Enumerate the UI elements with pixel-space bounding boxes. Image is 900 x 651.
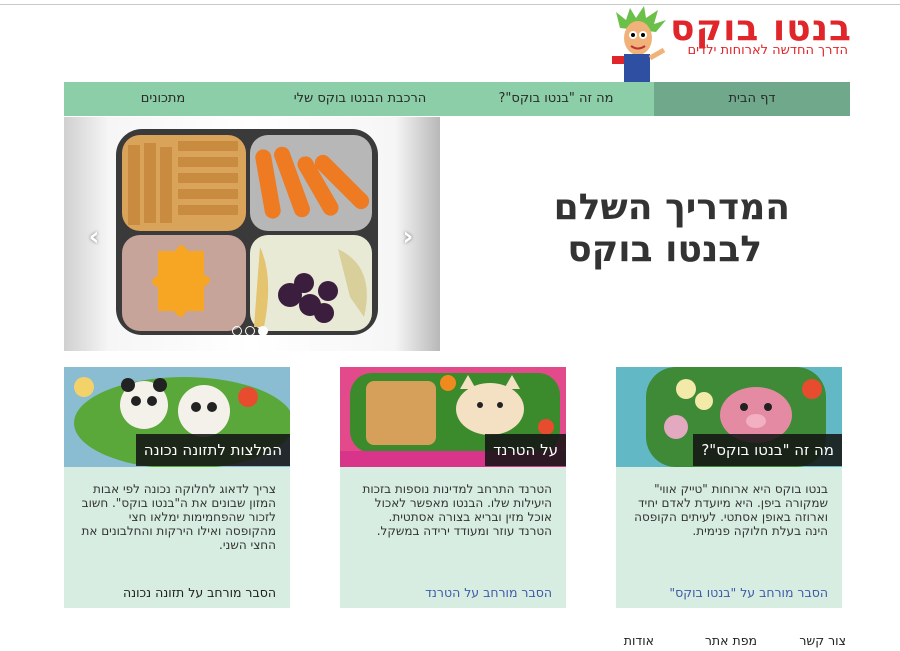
card-description: הטרנד התרחב למדינות נוספות בזכות היעילות… [362, 482, 552, 538]
slider-prev-arrow[interactable]: ‹ [84, 224, 104, 250]
main-nav: דף הבית מה זה "בנטו בוקס"? הרכבת הבנטו ב… [64, 82, 850, 116]
image-slider[interactable]: ‹ › [64, 117, 440, 351]
nav-item-build[interactable]: הרכבת הבנטו בוקס שלי [262, 82, 458, 116]
slide-image [116, 129, 378, 335]
headline-line2: לבנטו בוקס [567, 229, 762, 270]
footer-link-contact[interactable]: צור קשר [799, 633, 846, 648]
card-title: מה זה "בנטו בוקס"? [693, 434, 842, 466]
slider-dots [232, 321, 271, 336]
card-more-link[interactable]: הסבר מורחב על "בנטו בוקס" [669, 585, 828, 600]
slider-dot[interactable] [245, 326, 255, 336]
site-logo[interactable]: בנטו בוקס הדרך החדשה לארוחות ילדים [612, 6, 852, 82]
card-description: צריך לדאוג לחלוקה נכונה לפי אבות המזון ש… [81, 482, 276, 552]
footer-links: צור קשר מפת אתר אודות [0, 631, 900, 651]
card-trend: על הטרנד הטרנד התרחב למדינות נוספות בזכו… [340, 367, 566, 608]
card-title: על הטרנד [485, 434, 566, 466]
nav-item-what-is[interactable]: מה זה "בנטו בוקס"? [458, 82, 654, 116]
footer-link-sitemap[interactable]: מפת אתר [705, 633, 757, 648]
mascot-icon [612, 6, 666, 82]
slider-dot-active[interactable] [258, 326, 268, 336]
card-more-link[interactable]: הסבר מורחב על הטרנד [425, 585, 552, 600]
top-border [0, 4, 900, 5]
nav-item-home[interactable]: דף הבית [654, 82, 850, 116]
logo-subtitle: הדרך החדשה לארוחות ילדים [687, 43, 848, 58]
slider-next-arrow[interactable]: › [398, 224, 418, 250]
footer-link-about[interactable]: אודות [624, 633, 654, 648]
headline-line1: המדריך השלם [553, 187, 790, 228]
slider-dot[interactable] [232, 326, 242, 336]
card-nutrition: המלצות לתזונה נכונה צריך לדאוג לחלוקה נכ… [64, 367, 290, 608]
card-more-link[interactable]: הסבר מורחב על תזונה נכונה [123, 585, 276, 600]
card-what-is-bento: מה זה "בנטו בוקס"? בנטו בוקס היא ארוחות … [616, 367, 842, 608]
nav-item-recipes[interactable]: מתכונים [64, 82, 262, 116]
card-description: בנטו בוקס היא ארוחות "טייק אווי" שמקורה … [634, 482, 828, 538]
card-title: המלצות לתזונה נכונה [135, 434, 290, 466]
page-headline: המדריך השלם לבנטו בוקס [470, 187, 790, 271]
